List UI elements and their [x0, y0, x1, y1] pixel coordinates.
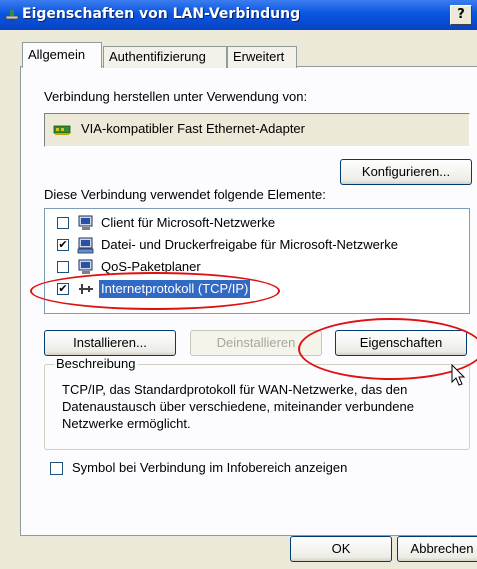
show-icon-label: Symbol bei Verbindung im Infobereich anz… [72, 460, 348, 475]
qos-scheduler-icon [78, 259, 93, 274]
mouse-cursor-icon [451, 364, 466, 386]
list-item-network-client[interactable]: Client für Microsoft-Netzwerke [45, 213, 465, 233]
title-bar[interactable]: Eigenschaften von LAN-Verbindung ? [0, 0, 477, 30]
tab-authentication[interactable]: Authentifizierung [103, 46, 227, 68]
adapter-name: VIA-kompatibler Fast Ethernet-Adapter [81, 121, 305, 136]
checkbox-qos-scheduler[interactable] [57, 261, 69, 273]
ok-button[interactable]: OK [290, 536, 392, 562]
checkbox-network-client[interactable] [57, 217, 69, 229]
description-text: TCP/IP, das Standardprotokoll für WAN-Ne… [62, 382, 414, 431]
item-label-file-printer-share: Datei- und Druckerfreigabe für Microsoft… [101, 237, 398, 252]
tab-advanced[interactable]: Erweitert [227, 46, 297, 68]
window-title: Eigenschaften von LAN-Verbindung [22, 6, 301, 22]
components-label: Diese Verbindung verwendet folgende Elem… [44, 187, 326, 202]
annotation-ellipse-tcpip [30, 272, 280, 310]
connect-using-label: Verbindung herstellen unter Verwendung v… [44, 89, 308, 104]
show-icon-checkbox[interactable] [50, 462, 63, 475]
help-button[interactable]: ? [450, 5, 472, 25]
network-adapter-icon [53, 125, 71, 135]
network-client-icon [78, 215, 93, 230]
file-printer-share-icon [77, 237, 94, 254]
item-label-network-client: Client für Microsoft-Netzwerke [101, 215, 276, 230]
install-button[interactable]: Installieren... [44, 330, 176, 356]
properties-dialog: Eigenschaften von LAN-Verbindung ? Allge… [0, 0, 477, 569]
network-connection-icon [5, 10, 19, 22]
configure-button[interactable]: Konfigurieren... [340, 159, 472, 185]
checkbox-file-printer-share[interactable]: ✔ [57, 239, 69, 251]
adapter-field: VIA-kompatibler Fast Ethernet-Adapter [44, 113, 470, 147]
tab-general[interactable]: Allgemein [22, 42, 102, 68]
description-legend: Beschreibung [54, 356, 138, 371]
list-item-file-printer-share[interactable]: ✔ Datei- und Druckerfreigabe für Microso… [45, 235, 465, 255]
cancel-button[interactable]: Abbrechen [397, 536, 477, 562]
